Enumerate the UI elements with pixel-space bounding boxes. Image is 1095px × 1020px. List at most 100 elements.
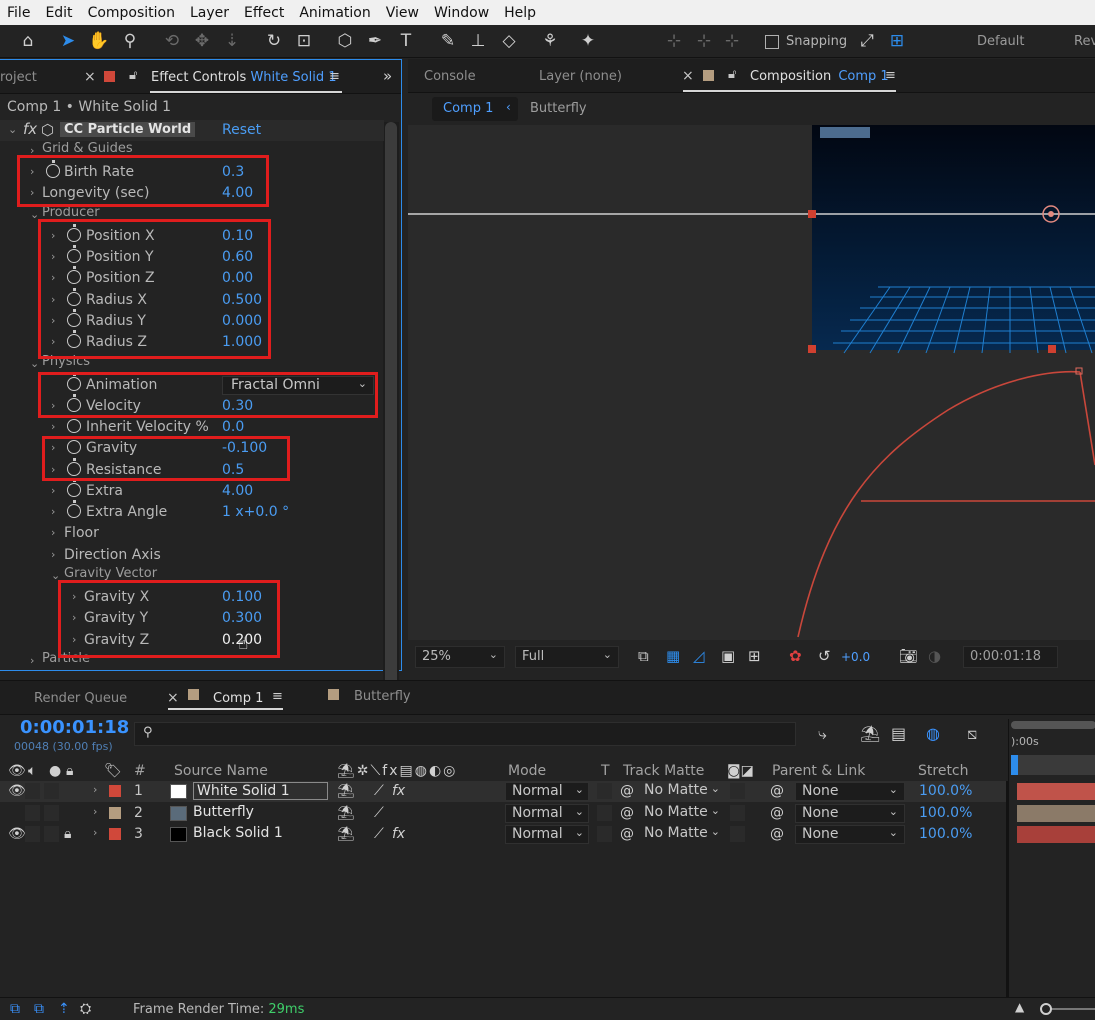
layer-name[interactable]: Butterfly xyxy=(193,804,254,820)
puppet-pin-icon[interactable]: ✦ xyxy=(576,30,600,52)
matte-pickwhip-icon[interactable]: @ xyxy=(620,783,634,799)
snapshot-frame-icon[interactable]: ⧉ xyxy=(638,647,649,665)
eye-icon[interactable]: 👁︎ xyxy=(8,826,26,842)
zoom-tool-icon[interactable]: ⚲ xyxy=(118,30,142,52)
tab-console[interactable]: Console xyxy=(424,69,476,84)
workspace-review[interactable]: Rev xyxy=(1074,34,1095,49)
solo-toggle[interactable] xyxy=(44,826,59,842)
quality-icon[interactable]: ⟋ xyxy=(374,805,384,821)
exposure-value[interactable]: +0.0 xyxy=(841,650,870,664)
work-area-bar[interactable] xyxy=(1011,721,1095,729)
param-extra-angle[interactable]: › Extra Angle 1 x+0.0 ° xyxy=(0,500,384,523)
zoom-dropdown[interactable]: 25% ⌄ xyxy=(415,646,505,668)
stopwatch-icon[interactable] xyxy=(67,479,81,497)
shy-icon[interactable]: ⛱︎ xyxy=(337,826,355,842)
audio-header-icon[interactable]: 🔈︎ xyxy=(28,763,36,779)
chevron-right-icon[interactable]: › xyxy=(51,505,55,518)
menu-effect[interactable]: Effect xyxy=(237,5,292,21)
home-icon[interactable]: ⌂ xyxy=(16,30,40,52)
menu-view[interactable]: View xyxy=(379,5,427,21)
tab-composition[interactable]: Composition Comp 1 xyxy=(750,69,889,84)
quality-icon[interactable]: ⟋ xyxy=(374,783,384,799)
shape-tool-icon[interactable]: ⬡ xyxy=(333,30,357,52)
matte-pickwhip-icon[interactable]: @ xyxy=(620,805,634,821)
track-matte-dropdown[interactable]: No Matte ⌄ xyxy=(638,804,722,823)
chevron-right-icon[interactable]: › xyxy=(51,420,55,433)
eye-icon[interactable]: 👁︎ xyxy=(8,783,26,799)
layer-handle[interactable] xyxy=(1048,345,1056,353)
lock-icon[interactable]: 🔓︎ xyxy=(129,68,137,83)
shy-icon[interactable]: ⛱︎ xyxy=(337,783,355,799)
layer-search-input[interactable]: ⚲ xyxy=(134,722,796,746)
scrollbar-track[interactable] xyxy=(383,122,399,688)
tab-layer[interactable]: Layer (none) xyxy=(539,69,622,84)
matte-toggle[interactable] xyxy=(730,783,745,799)
panel-menu-icon[interactable]: ≡ xyxy=(329,69,340,84)
lock-header-icon[interactable]: 🔒︎ xyxy=(66,763,73,779)
zoom-slider[interactable] xyxy=(1045,1008,1095,1010)
matte-toggle[interactable] xyxy=(730,826,745,842)
local-axis-icon[interactable]: ⊹ xyxy=(662,30,686,52)
snap-grid-icon[interactable]: ⊞ xyxy=(885,30,909,52)
orbit-camera-icon[interactable]: ⟲ xyxy=(160,30,184,52)
shy-icon[interactable]: ⛱︎ xyxy=(337,805,355,821)
chevron-right-icon[interactable]: › xyxy=(51,548,55,561)
transfer-controls-icon[interactable]: ⧉ xyxy=(34,1001,44,1017)
layer-handle[interactable] xyxy=(808,345,816,353)
stopwatch-icon[interactable] xyxy=(67,415,81,433)
pan-behind-icon[interactable]: ⊡ xyxy=(292,30,316,52)
label-color-swatch[interactable] xyxy=(109,806,121,819)
preserve-transparency-toggle[interactable] xyxy=(597,826,612,842)
fx-icon[interactable]: fx xyxy=(392,826,405,842)
close-icon[interactable]: × xyxy=(84,69,96,85)
render-time-icon[interactable]: ⛭ xyxy=(80,1001,91,1017)
column-mode[interactable]: Mode xyxy=(508,763,546,779)
parent-pickwhip-icon[interactable]: @ xyxy=(770,805,784,821)
menu-animation[interactable]: Animation xyxy=(292,5,378,21)
tab-project[interactable]: roject xyxy=(0,70,37,85)
tab-effect-controls[interactable]: Effect Controls White Solid 1 xyxy=(151,70,336,85)
expand-chevron-icon[interactable]: › xyxy=(93,826,97,839)
column-parent-link[interactable]: Parent & Link xyxy=(772,763,865,779)
label-color-swatch[interactable] xyxy=(109,828,121,840)
roto-brush-icon[interactable]: ⚘ xyxy=(538,30,562,52)
menu-layer[interactable]: Layer xyxy=(183,5,237,21)
world-axis-icon[interactable]: ⊹ xyxy=(692,30,716,52)
column-source-name[interactable]: Source Name xyxy=(174,763,268,779)
snap-feather-icon[interactable]: ⤢ xyxy=(855,30,879,52)
fx-icon[interactable]: fx xyxy=(392,783,405,799)
tab-render-queue[interactable]: Render Queue xyxy=(34,691,127,706)
extra-angle-value[interactable]: 1 x+0.0 ° xyxy=(222,504,289,520)
reset-link[interactable]: Reset xyxy=(222,122,261,138)
quality-icon[interactable]: ⟋ xyxy=(374,826,384,842)
menu-file[interactable]: File xyxy=(0,5,38,21)
panel-menu-icon[interactable]: ≡ xyxy=(885,68,896,83)
view-axis-icon[interactable]: ⊹ xyxy=(720,30,744,52)
audio-toggle[interactable] xyxy=(25,804,40,821)
resolution-dropdown[interactable]: Full ⌄ xyxy=(515,646,619,668)
track-matte-dropdown[interactable]: No Matte ⌄ xyxy=(638,825,722,844)
brush-tool-icon[interactable]: ✎ xyxy=(436,30,460,52)
hand-tool-icon[interactable]: ✋ xyxy=(87,30,111,52)
reset-exposure-icon[interactable]: ↺ xyxy=(818,647,831,665)
tab-butterfly[interactable]: Butterfly xyxy=(354,689,411,704)
layer-name[interactable]: White Solid 1 xyxy=(193,782,328,800)
layer-switches-icon[interactable]: ⧉ xyxy=(10,1001,20,1017)
composition-viewer[interactable] xyxy=(408,125,1095,640)
draft-3d-icon[interactable]: ⛱︎ xyxy=(860,724,880,743)
fx-icon[interactable]: fx xyxy=(23,120,37,138)
selection-tool-icon[interactable]: ➤ xyxy=(56,30,80,52)
current-time-display[interactable]: 0:00:01:18 xyxy=(963,646,1058,668)
layer-row[interactable]: › 2 Butterfly ⛱︎ ⟋ Normal ⌄ @ No Matte ⌄ @ None ⌄ 100… xyxy=(0,803,1008,824)
param-extra[interactable]: › Extra 4.00 xyxy=(0,479,384,502)
channels-icon[interactable]: ✿ xyxy=(789,647,802,665)
menu-window[interactable]: Window xyxy=(427,5,497,21)
visibility-header-icon[interactable]: 👁︎ xyxy=(8,763,26,779)
menu-help[interactable]: Help xyxy=(497,5,544,21)
grid-guides-icon[interactable]: ⊞ xyxy=(748,647,761,665)
stopwatch-icon[interactable] xyxy=(67,500,81,518)
stretch-value[interactable]: 100.0% xyxy=(919,805,972,821)
parent-dropdown[interactable]: None ⌄ xyxy=(795,782,905,801)
zoom-slider-handle[interactable] xyxy=(1040,1003,1052,1015)
type-tool-icon[interactable]: T xyxy=(394,30,418,52)
